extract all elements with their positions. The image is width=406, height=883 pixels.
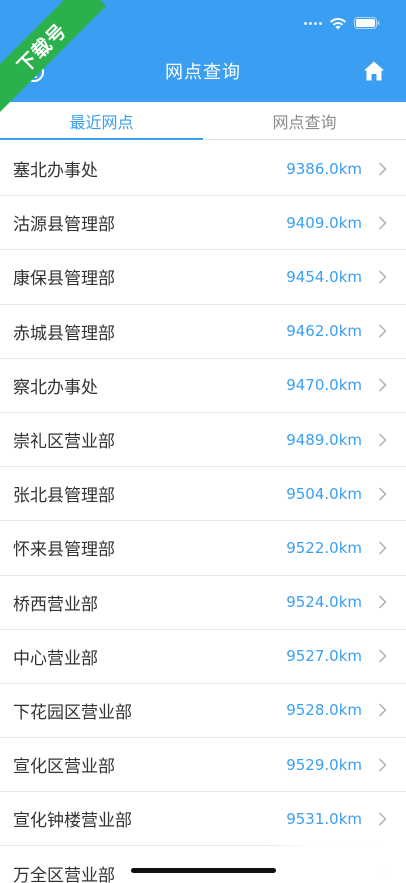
list-item[interactable]: 崇礼区营业部 9489.0km (0, 412, 406, 468)
outlet-distance: 9504.0km (286, 484, 362, 503)
tab-outlet-search[interactable]: 网点查询 (203, 102, 406, 139)
chevron-right-icon (379, 270, 387, 284)
outlet-name: 康保县管理部 (13, 269, 115, 290)
outlet-distance: 9531.0km (286, 809, 362, 828)
outlet-name: 崇礼区营业部 (13, 432, 115, 453)
outlet-name: 万全区营业部 (13, 865, 115, 883)
chevron-right-icon (379, 216, 387, 230)
outlet-distance: 9462.0km (286, 322, 362, 341)
outlet-name: 赤城县管理部 (13, 323, 115, 344)
chevron-right-icon (379, 379, 387, 392)
outlet-name: 沽源县管理部 (13, 215, 115, 236)
list-item[interactable]: 桥西营业部 9524.0km (0, 575, 406, 630)
chevron-right-icon (379, 541, 387, 555)
chevron-right-icon (379, 812, 387, 826)
list-item[interactable]: 宣化钟楼营业部 9531.0km (0, 792, 406, 847)
outlet-distance: 9522.0km (286, 538, 362, 557)
outlet-distance: 9528.0km (286, 701, 362, 720)
list-item[interactable]: 沽源县管理部 9409.0km (0, 196, 406, 251)
chevron-right-icon (379, 324, 387, 338)
outlet-name: 张北县管理部 (13, 486, 115, 507)
wifi-icon (329, 17, 347, 30)
outlet-distance: 9409.0km (286, 213, 362, 232)
tab-nearby-outlets[interactable]: 最近网点 (0, 102, 203, 140)
list-item[interactable]: 中心营业部 9527.0km (0, 629, 406, 684)
battery-icon (354, 17, 380, 29)
list-item[interactable]: 张北县管理部 9504.0km (0, 467, 406, 522)
list-item[interactable]: 赤城县管理部 9462.0km (0, 304, 406, 359)
signal-icon (304, 21, 322, 25)
list-item[interactable]: 下花园区营业部 9528.0km (0, 683, 406, 739)
chevron-right-icon (379, 649, 387, 663)
list-item[interactable]: 怀来县管理部 9522.0km (0, 521, 406, 576)
outlet-name: 中心营业部 (13, 648, 98, 669)
outlet-distance: 9489.0km (286, 430, 362, 449)
home-icon[interactable] (362, 59, 386, 83)
status-bar (304, 13, 380, 33)
chevron-right-icon (379, 162, 387, 175)
outlet-name: 宣化区营业部 (13, 757, 115, 778)
home-indicator (131, 868, 276, 873)
chevron-right-icon (379, 595, 387, 609)
outlet-name: 塞北办事处 (13, 161, 98, 182)
outlet-name: 宣化钟楼营业部 (13, 811, 132, 832)
list-item[interactable]: 塞北办事处 9386.0km (0, 142, 406, 197)
tab-bar: 最近网点 网点查询 (0, 102, 406, 140)
chevron-right-icon (379, 487, 387, 501)
outlet-name: 怀来县管理部 (13, 540, 115, 561)
outlet-name: 察北办事处 (13, 377, 98, 398)
outlet-name: 下花园区营业部 (13, 702, 132, 723)
chevron-right-icon (379, 433, 387, 446)
list-item[interactable]: 宣化区营业部 9529.0km (0, 738, 406, 793)
list-item[interactable]: 康保县管理部 9454.0km (0, 250, 406, 305)
outlet-distance: 9386.0km (286, 159, 362, 178)
bottom-fade (256, 840, 406, 883)
outlet-distance: 9454.0km (286, 267, 362, 286)
outlet-distance: 9527.0km (286, 647, 362, 666)
list-item[interactable]: 察北办事处 9470.0km (0, 358, 406, 413)
chevron-right-icon (379, 758, 387, 771)
outlet-distance: 9529.0km (286, 755, 362, 774)
outlet-list: 塞北办事处 9386.0km 沽源县管理部 9409.0km 康保县管理部 9454.0k… (0, 142, 406, 883)
outlet-distance: 9470.0km (286, 376, 362, 395)
chevron-right-icon (379, 704, 387, 717)
page-title: 网点查询 (165, 62, 241, 83)
outlet-name: 桥西营业部 (13, 594, 98, 615)
outlet-distance: 9524.0km (286, 593, 362, 612)
